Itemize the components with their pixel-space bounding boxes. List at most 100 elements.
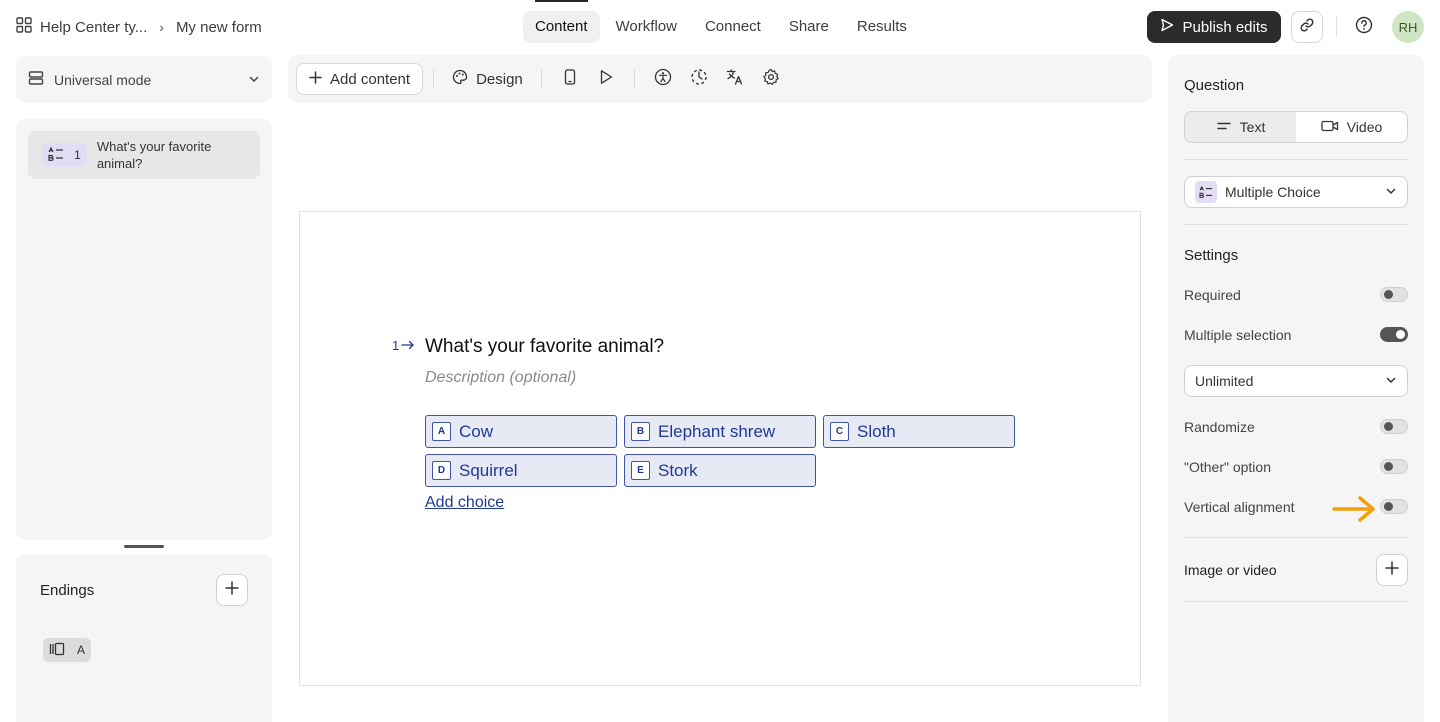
avatar[interactable]: RH: [1392, 11, 1424, 43]
ending-item[interactable]: A: [43, 638, 91, 662]
breadcrumb-form-name[interactable]: My new form: [176, 19, 262, 36]
choice-key: D: [432, 461, 451, 480]
multiple-selection-label: Multiple selection: [1184, 327, 1292, 343]
design-label: Design: [476, 70, 523, 88]
choice-option[interactable]: B Elephant shrew: [624, 415, 816, 448]
help-button[interactable]: [1348, 11, 1380, 43]
question-format-toggle: Text Video: [1184, 111, 1408, 143]
accessibility-button[interactable]: [647, 63, 679, 95]
main-tabs: Content Workflow Connect Share Results: [523, 0, 923, 43]
mode-selector[interactable]: Universal mode: [16, 56, 272, 103]
choice-key: A: [432, 422, 451, 441]
ending-badge-letter: A: [76, 643, 85, 657]
link-icon: [1299, 17, 1315, 38]
ending-screen-icon: [49, 642, 65, 659]
choice-label: Elephant shrew: [658, 421, 776, 441]
choice-option[interactable]: D Squirrel: [425, 454, 617, 487]
selection-limit-label: Unlimited: [1195, 373, 1254, 389]
divider: [1184, 537, 1408, 538]
divider: [1184, 159, 1408, 160]
randomize-toggle[interactable]: [1380, 419, 1408, 434]
required-toggle[interactable]: [1380, 287, 1408, 302]
question-description[interactable]: Description (optional): [425, 369, 576, 387]
settings-panel: Question Text Video Multiple Choice Sett…: [1168, 55, 1424, 722]
copy-link-button[interactable]: [1291, 11, 1323, 43]
required-label: Required: [1184, 287, 1241, 303]
question-type-label: Multiple Choice: [1225, 184, 1321, 200]
phone-icon: [564, 68, 576, 90]
tab-connect[interactable]: Connect: [693, 11, 773, 43]
chevron-down-icon: [1385, 184, 1397, 200]
mode-label: Universal mode: [54, 71, 152, 88]
help-icon: [1355, 16, 1373, 39]
toolbar-divider: [433, 69, 435, 89]
other-option-label: "Other" option: [1184, 459, 1271, 475]
plus-icon: [309, 70, 322, 88]
progress-settings-button[interactable]: [683, 63, 715, 95]
breadcrumb-separator: ›: [159, 19, 164, 35]
question-badge: 1: [42, 143, 87, 167]
vertical-alignment-toggle[interactable]: [1380, 499, 1408, 514]
choice-key: B: [631, 422, 650, 441]
divider: [1184, 224, 1408, 225]
toolbar-divider: [633, 69, 635, 89]
question-number-indicator: 1: [392, 338, 415, 353]
format-video-option[interactable]: Video: [1296, 112, 1407, 142]
top-bar: Help Center ty... › My new form Content …: [0, 0, 1440, 54]
header-divider: [1336, 17, 1337, 37]
tab-workflow[interactable]: Workflow: [604, 11, 689, 43]
layers-icon: [28, 70, 44, 89]
publish-label: Publish edits: [1182, 18, 1268, 36]
question-list-item[interactable]: 1 What's your favorite animal?: [28, 131, 260, 179]
annotation-arrow-icon: [1332, 494, 1378, 529]
tab-content[interactable]: Content: [523, 0, 600, 43]
add-image-or-video-button[interactable]: [1376, 554, 1408, 586]
question-type-select[interactable]: Multiple Choice: [1184, 176, 1408, 208]
question-number: 1: [74, 148, 81, 162]
format-text-label: Text: [1239, 119, 1266, 135]
add-ending-button[interactable]: [216, 574, 248, 606]
question-title[interactable]: What's your favorite animal?: [425, 336, 664, 358]
breadcrumb: Help Center ty... › My new form: [16, 17, 262, 37]
resize-handle[interactable]: [124, 545, 164, 548]
choice-option[interactable]: C Sloth: [823, 415, 1015, 448]
add-content-button[interactable]: Add content: [296, 63, 424, 95]
choice-label: Cow: [459, 421, 494, 441]
breadcrumb-workspace[interactable]: Help Center ty...: [40, 19, 147, 36]
video-camera-icon: [1321, 119, 1339, 135]
gear-icon: [762, 68, 780, 91]
workspace-grid-icon[interactable]: [16, 17, 32, 37]
chevron-down-icon: [1385, 373, 1397, 389]
choice-label: Stork: [658, 460, 698, 480]
add-choice-link[interactable]: Add choice: [425, 494, 504, 512]
endings-title: Endings: [40, 582, 95, 599]
settings-section-title: Settings: [1184, 247, 1239, 264]
publish-edits-button[interactable]: Publish edits: [1147, 11, 1281, 43]
image-or-video-label: Image or video: [1184, 562, 1277, 578]
other-option-toggle[interactable]: [1380, 459, 1408, 474]
chevron-down-icon: [248, 72, 260, 88]
divider: [1184, 601, 1408, 602]
tab-share[interactable]: Share: [777, 11, 841, 43]
selection-limit-select[interactable]: Unlimited: [1184, 365, 1408, 397]
translate-icon: [726, 68, 744, 91]
form-settings-button[interactable]: [755, 63, 787, 95]
add-content-label: Add content: [330, 70, 411, 88]
choice-label: Squirrel: [459, 460, 518, 480]
choice-option[interactable]: A Cow: [425, 415, 617, 448]
format-text-option[interactable]: Text: [1185, 112, 1296, 142]
tab-results[interactable]: Results: [845, 11, 919, 43]
design-button[interactable]: Design: [444, 63, 531, 95]
question-list: 1 What's your favorite animal?: [16, 119, 272, 540]
preview-play-button[interactable]: [590, 63, 622, 95]
editor-toolbar: Add content Design: [288, 55, 1152, 103]
multiple-choice-icon: [1195, 181, 1217, 203]
multiple-selection-toggle[interactable]: [1380, 327, 1408, 342]
choice-key: E: [631, 461, 650, 480]
arrow-right-icon: [401, 338, 415, 353]
translate-button[interactable]: [719, 63, 751, 95]
dashed-circle-icon: [690, 68, 708, 91]
mobile-preview-button[interactable]: [554, 63, 586, 95]
choice-option[interactable]: E Stork: [624, 454, 816, 487]
canvas-question-number: 1: [392, 338, 400, 353]
